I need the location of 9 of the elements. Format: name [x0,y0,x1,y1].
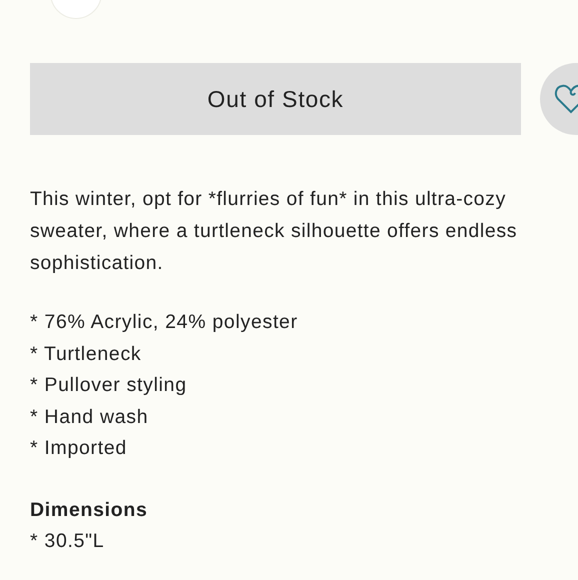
feature-item: * Turtleneck [30,342,142,366]
feature-item: * Hand wash [30,404,150,430]
dimension-item: * 30.5"L [30,529,106,554]
heart-icon [554,82,578,116]
feature-item: * Imported [30,436,128,461]
dimensions-heading: Dimensions [30,498,149,522]
product-description: This winter, opt for *flurries of fun* in this ultra-cozy sweater, where a turtleneck silhouette offers endless sophistication. [30,187,518,276]
feature-item: * Pullover styling [30,373,188,398]
feature-item: * 76% Acrylic, 24% polyester [30,310,299,335]
